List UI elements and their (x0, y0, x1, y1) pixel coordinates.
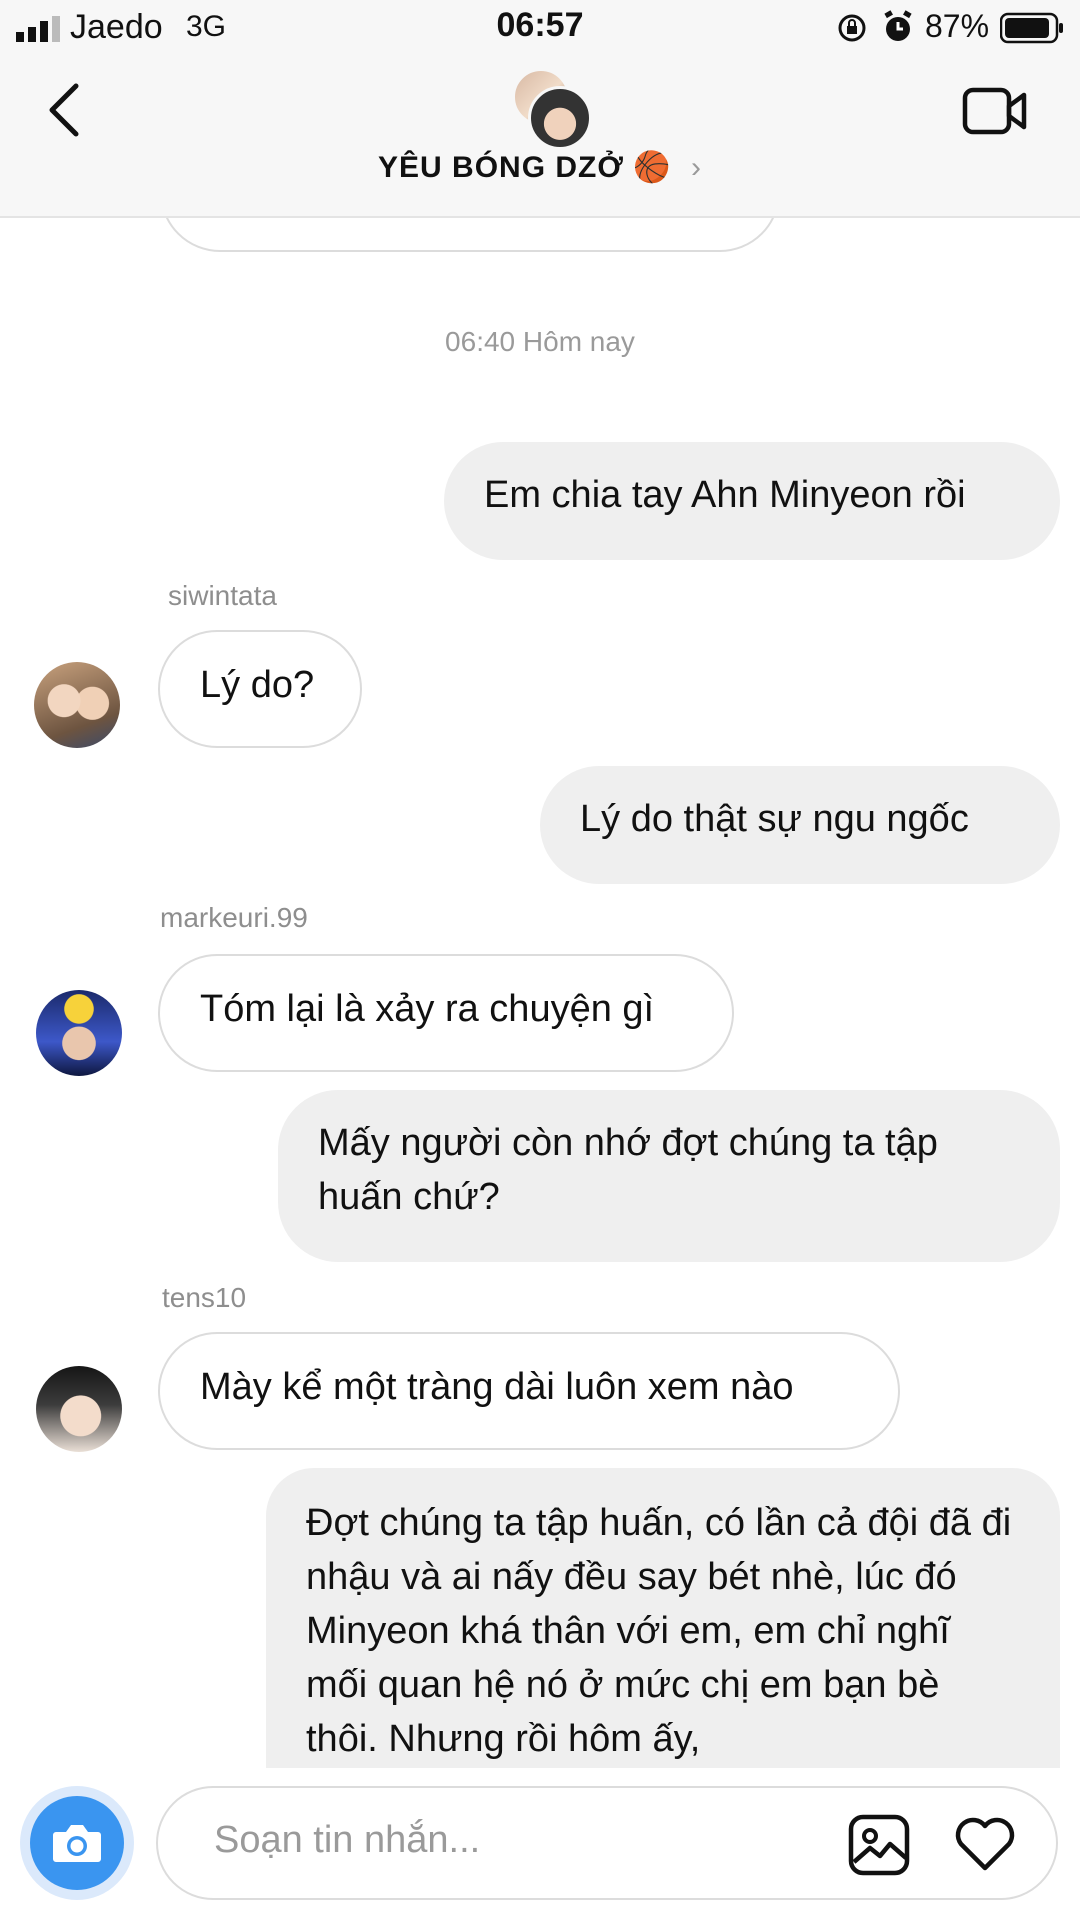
avatar[interactable] (36, 1366, 122, 1452)
message-outgoing[interactable]: Đợt chúng ta tập huấn, có lần cả đội đã … (266, 1468, 1060, 1768)
message-incoming[interactable]: Mày kể một tràng dài luôn xem nào (158, 1332, 900, 1450)
message-text: Đợt chúng ta tập huấn, có lần cả đội đã … (306, 1502, 1012, 1760)
message-text: Em chia tay Ahn Minyeon rồi (484, 474, 966, 516)
message-text: Tóm lại là xảy ra chuyện gì (200, 988, 655, 1030)
sender-name: siwintata (168, 580, 277, 611)
message-text: Lý do thật sự ngu ngốc (580, 798, 969, 840)
battery-percent: 87% (925, 8, 990, 44)
avatar[interactable] (36, 990, 122, 1076)
message-input[interactable] (212, 1818, 776, 1863)
sender-name: tens10 (162, 1282, 247, 1313)
status-bar: Jaedo 3G 06:57 87% (0, 0, 1080, 56)
rotation-lock-icon (838, 14, 866, 42)
alarm-icon (884, 10, 912, 41)
clock: 06:57 (496, 6, 584, 44)
message-incoming[interactable]: Tóm lại là xảy ra chuyện gì (158, 954, 734, 1072)
message-outgoing[interactable]: Em chia tay Ahn Minyeon rồi (444, 442, 1060, 560)
sender-name: markeuri.99 (160, 902, 308, 933)
chevron-right-icon: › (690, 151, 702, 184)
camera-button-inner[interactable] (30, 1796, 124, 1890)
gallery-icon[interactable] (848, 1814, 910, 1876)
timestamp: 06:40 Hôm nay (445, 326, 635, 357)
camera-icon (53, 1825, 101, 1862)
group-title-text: YÊU BÓNG DZỞ 🏀 (378, 151, 672, 184)
battery-icon (1000, 12, 1063, 44)
group-avatar[interactable] (508, 66, 592, 150)
message-outgoing[interactable]: Mấy người còn nhớ đợt chúng ta tập huấn … (278, 1090, 1060, 1262)
video-call-icon[interactable] (962, 86, 1028, 136)
message-text: Mấy người còn nhớ đợt chúng ta tập huấn … (318, 1122, 938, 1218)
message-outgoing[interactable]: Lý do thật sự ngu ngốc (540, 766, 1060, 884)
message-text: Mày kể một tràng dài luôn xem nào (200, 1366, 794, 1408)
message-text: Lý do? (200, 664, 315, 706)
avatar-front (528, 86, 592, 150)
message-incoming[interactable]: Lý do? (158, 630, 362, 748)
group-title[interactable]: YÊU BÓNG DZỞ 🏀 › (0, 150, 1080, 185)
back-chevron-icon[interactable] (44, 80, 84, 140)
heart-icon[interactable] (954, 1816, 1016, 1872)
avatar[interactable] (34, 662, 120, 748)
message-input-container[interactable] (156, 1786, 1058, 1900)
